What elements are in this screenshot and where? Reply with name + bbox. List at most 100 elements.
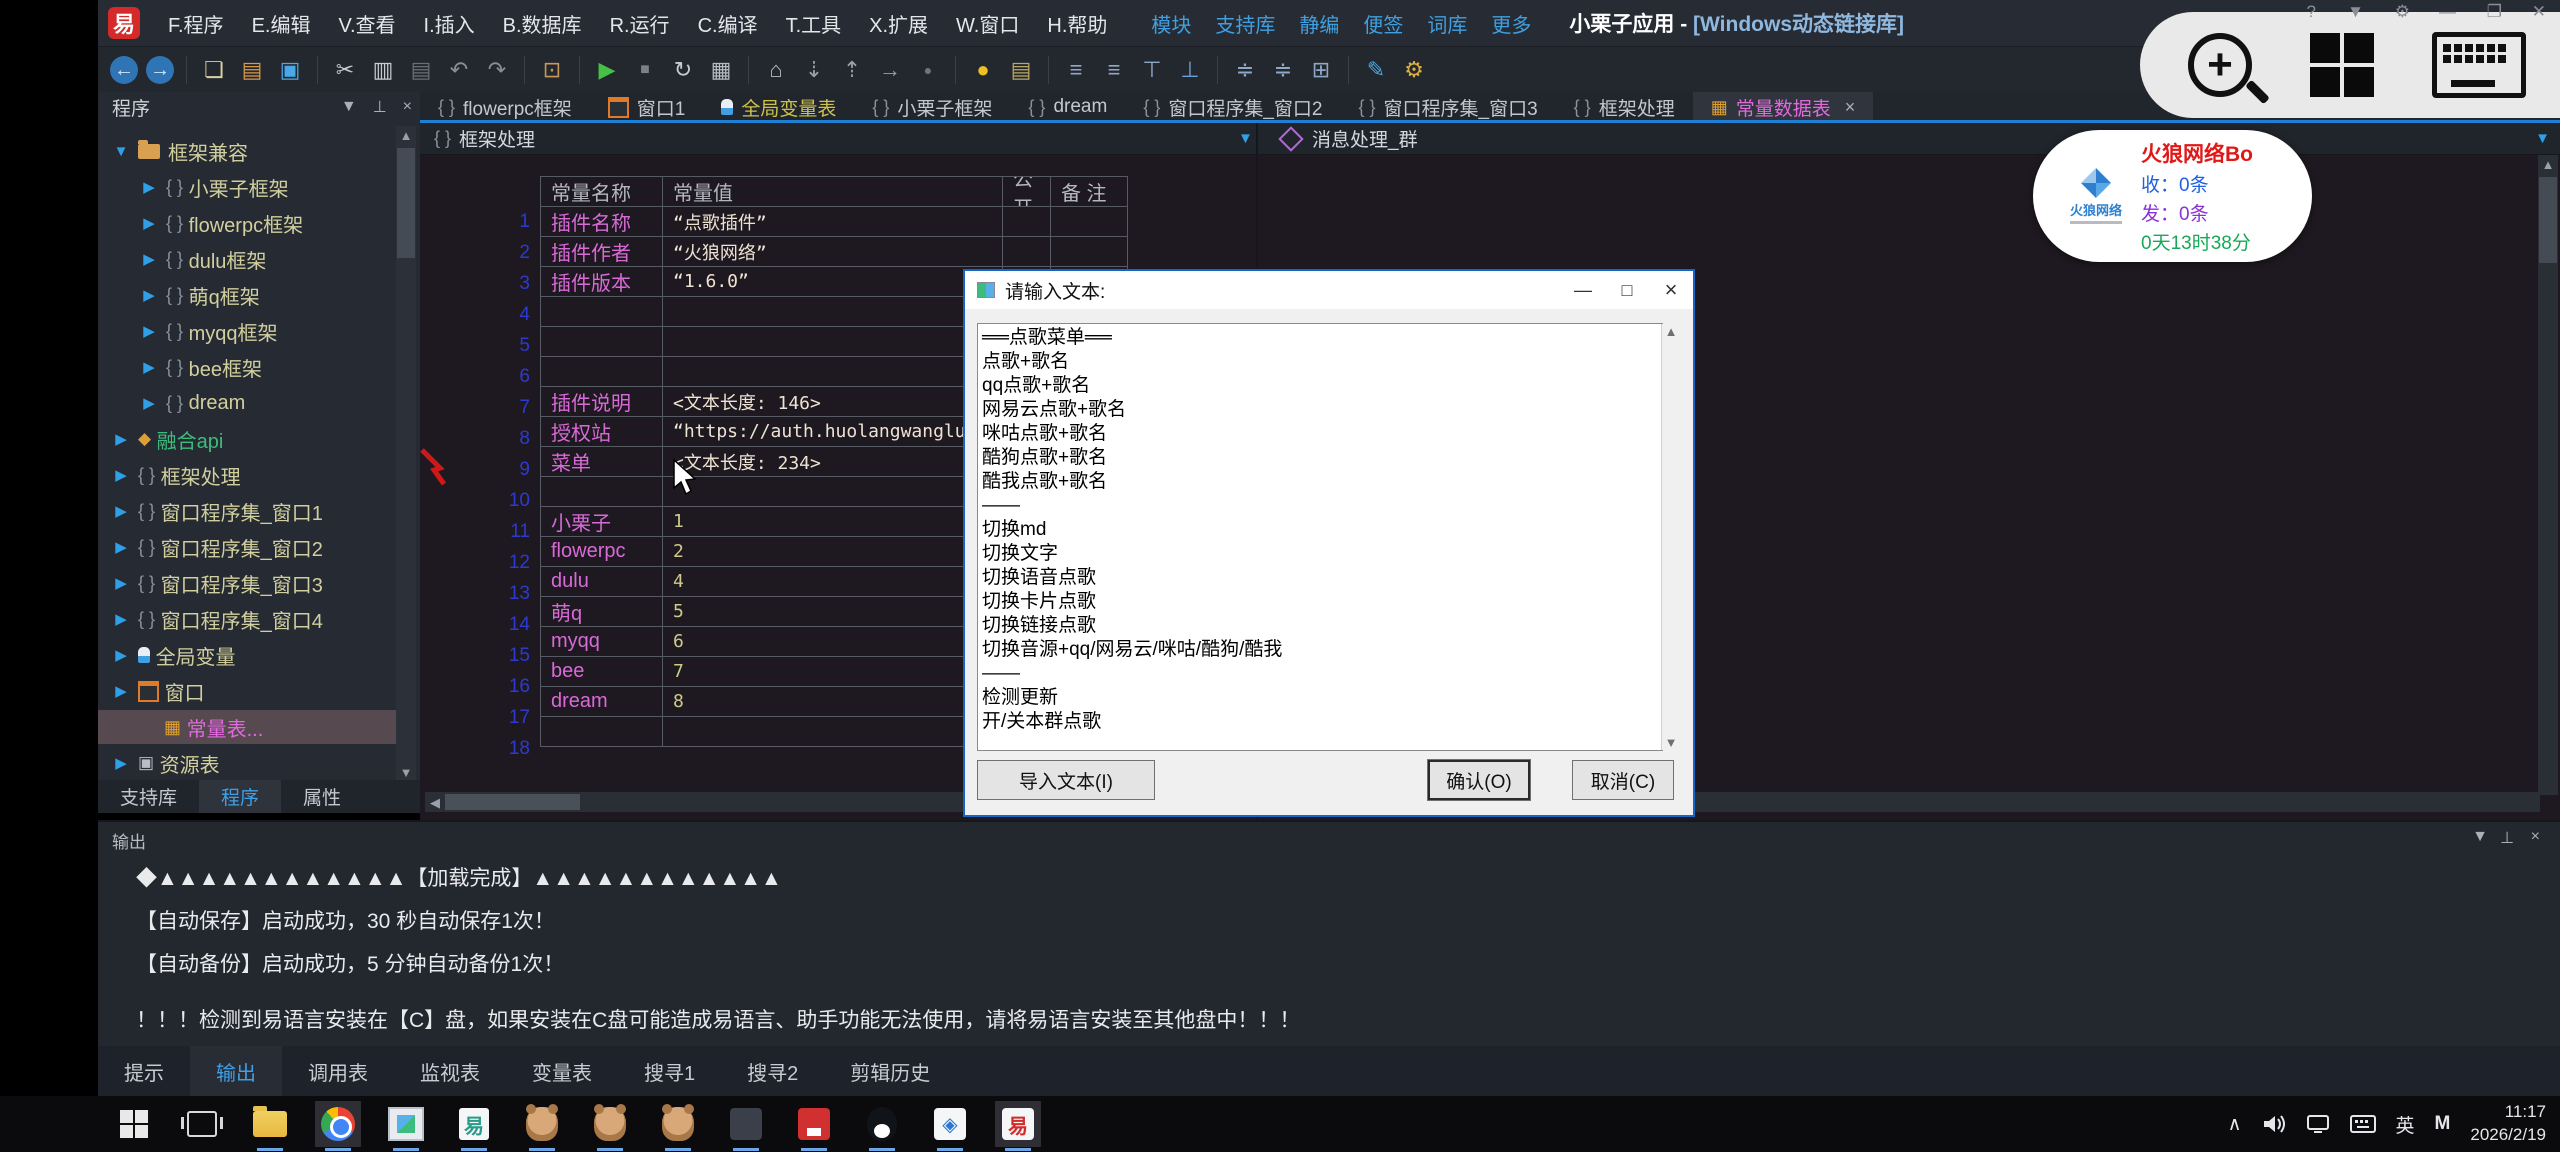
tab-close-icon[interactable]: ×: [1845, 97, 1856, 118]
sidebar-collapse-icon[interactable]: ▼: [341, 98, 357, 116]
tab-dream[interactable]: { }dream: [1010, 92, 1125, 122]
tray-chevron-icon[interactable]: ∧: [2228, 1113, 2242, 1136]
qq-icon[interactable]: [859, 1101, 905, 1147]
magnifier-icon[interactable]: +: [2188, 33, 2252, 97]
menu-link-notes[interactable]: 便签: [1351, 9, 1415, 38]
table-cell-name[interactable]: 插件版本: [541, 267, 663, 297]
table-cell-name[interactable]: bee: [541, 657, 663, 687]
h-center-icon[interactable]: ≑: [1228, 53, 1262, 87]
cut-icon[interactable]: ✂: [328, 53, 362, 87]
table-cell-name[interactable]: [541, 327, 663, 357]
chrome-icon[interactable]: [315, 1101, 361, 1147]
table-cell-name[interactable]: 插件作者: [541, 237, 663, 267]
table-cell-value[interactable]: <文本长度: 234>: [663, 447, 1003, 477]
scroll-up-icon[interactable]: ▲: [2538, 157, 2558, 172]
table-cell-remark[interactable]: [1051, 207, 1128, 237]
output-close-icon[interactable]: ×: [2531, 828, 2540, 846]
pane1-dropdown-icon[interactable]: ▼: [1238, 130, 1253, 147]
tree-item-windows[interactable]: ▶ 窗口: [110, 674, 205, 708]
keyboard-icon[interactable]: [2432, 32, 2526, 98]
back-icon[interactable]: ←: [110, 56, 138, 84]
sidebar-close-icon[interactable]: ×: [403, 98, 412, 116]
menu-item-database[interactable]: B.数据库: [489, 9, 596, 38]
table-cell-name[interactable]: 萌q: [541, 597, 663, 627]
tree-item[interactable]: ▶{ } dulu框架: [138, 242, 266, 276]
table-cell-name[interactable]: 插件名称: [541, 207, 663, 237]
menu-link-static[interactable]: 静编: [1287, 9, 1351, 38]
compile-icon[interactable]: ▦: [704, 53, 738, 87]
tab-window1[interactable]: 窗口1: [590, 92, 704, 122]
display-icon[interactable]: [2306, 1113, 2330, 1135]
menu-item-program[interactable]: F.程序: [154, 9, 238, 38]
titlebar-settings-icon[interactable]: ⚙: [2395, 2, 2410, 22]
tree-item[interactable]: ▶{ } 窗口程序集_窗口4: [110, 602, 323, 636]
table-cell-value[interactable]: 8: [663, 687, 1003, 717]
table-cell-value[interactable]: [663, 297, 1003, 327]
dialog-scrollbar[interactable]: ▲ ▼: [1661, 324, 1680, 750]
tree-item[interactable]: ▶{ } 小栗子框架: [138, 170, 289, 204]
publish-icon[interactable]: ⌂: [759, 53, 793, 87]
table-cell-name[interactable]: [541, 357, 663, 387]
v-center-icon[interactable]: ≑: [1266, 53, 1300, 87]
touch-keyboard-icon[interactable]: [2350, 1114, 2376, 1134]
tab-constant-table-active[interactable]: ▦常量数据表×: [1693, 92, 1874, 122]
menu-item-edit[interactable]: E.编辑: [238, 9, 325, 38]
volume-icon[interactable]: [2262, 1113, 2286, 1135]
table-cell-value[interactable]: [663, 327, 1003, 357]
step-out-icon[interactable]: ⇡: [835, 53, 869, 87]
scroll-up-icon[interactable]: ▲: [396, 128, 416, 143]
menu-item-view[interactable]: V.查看: [324, 9, 409, 38]
ime-icon[interactable]: M: [2435, 1113, 2451, 1135]
editor-v-scrollbar[interactable]: ▲: [2538, 155, 2558, 795]
photos-app-icon[interactable]: [383, 1101, 429, 1147]
edit-pen-icon[interactable]: ✎: [1359, 53, 1393, 87]
tree-item[interactable]: ▶{ } 窗口程序集_窗口2: [110, 530, 323, 564]
pin-icon[interactable]: ⊥: [373, 97, 387, 117]
scroll-down-icon[interactable]: ▼: [396, 765, 416, 780]
confirm-button[interactable]: 确认(O): [1428, 760, 1530, 800]
start-button[interactable]: [111, 1101, 157, 1147]
tab-xiaolizi-framework[interactable]: { }小栗子框架: [854, 92, 1010, 122]
minimize-icon[interactable]: —: [2439, 2, 2456, 22]
dialog-titlebar[interactable]: 请输入文本: — □ ×: [965, 271, 1693, 309]
find-in-files-icon[interactable]: ⊡: [535, 53, 569, 87]
paste-icon[interactable]: ▤: [404, 53, 438, 87]
tab-flowerpc-framework[interactable]: { }flowerpc框架: [420, 92, 590, 122]
tray-clock[interactable]: 11:17 2026/2/19: [2470, 1101, 2546, 1147]
table-cell-name[interactable]: 授权站: [541, 417, 663, 447]
options-icon[interactable]: ⚙: [1397, 53, 1431, 87]
table-cell-name[interactable]: [541, 297, 663, 327]
scrollbar-thumb[interactable]: [2539, 177, 2557, 263]
tab-watch-table[interactable]: 监视表: [394, 1046, 506, 1096]
tree-item[interactable]: ▶{ } 窗口程序集_窗口1: [110, 494, 323, 528]
sidebar-scrollbar[interactable]: ▲ ▼: [396, 126, 416, 782]
table-cell-name[interactable]: 插件说明: [541, 387, 663, 417]
tab-hints[interactable]: 提示: [98, 1046, 190, 1096]
table-cell-value[interactable]: “火狼网络”: [663, 237, 1003, 267]
tree-item-fusion-api[interactable]: ▶◆ 融合api: [110, 422, 223, 456]
pin-icon[interactable]: ⊥: [2500, 828, 2514, 848]
scrollbar-thumb[interactable]: [397, 148, 415, 258]
tab-window-program-set-2[interactable]: { }窗口程序集_窗口2: [1125, 92, 1340, 122]
menu-item-insert[interactable]: I.插入: [410, 9, 489, 38]
task-view-button[interactable]: [179, 1101, 225, 1147]
bot-mascot-icon[interactable]: [587, 1101, 633, 1147]
cancel-button[interactable]: 取消(C): [1572, 760, 1674, 800]
tim-app-icon[interactable]: ◈: [927, 1101, 973, 1147]
tree-item-folder-compat[interactable]: ▼框架兼容: [110, 134, 248, 168]
tree-item[interactable]: ▶{ } bee框架: [138, 350, 262, 384]
tree-item-resource-table[interactable]: ▶▣ 资源表: [110, 746, 220, 780]
tree-item-global-variables[interactable]: ▶ 全局变量: [110, 638, 236, 672]
run-to-cursor-icon[interactable]: ●: [911, 53, 945, 87]
maximize-icon[interactable]: □: [1605, 275, 1649, 305]
step-into-icon[interactable]: ⇣: [797, 53, 831, 87]
table-cell-name[interactable]: flowerpc: [541, 537, 663, 567]
tips-bulb-icon[interactable]: ●: [966, 53, 1000, 87]
close-icon[interactable]: ×: [1649, 275, 1693, 305]
dialog-textarea[interactable]: ══点歌菜单══ 点歌+歌名 qq点歌+歌名 网易云点歌+歌名 咪咕点歌+歌名 …: [977, 323, 1663, 751]
menu-item-help[interactable]: H.帮助: [1033, 9, 1121, 38]
tab-search1[interactable]: 搜寻1: [618, 1046, 721, 1096]
menu-item-tools[interactable]: T.工具: [772, 9, 856, 38]
align-bottom-icon[interactable]: ⊥: [1173, 53, 1207, 87]
undo-icon[interactable]: ↶: [442, 53, 476, 87]
